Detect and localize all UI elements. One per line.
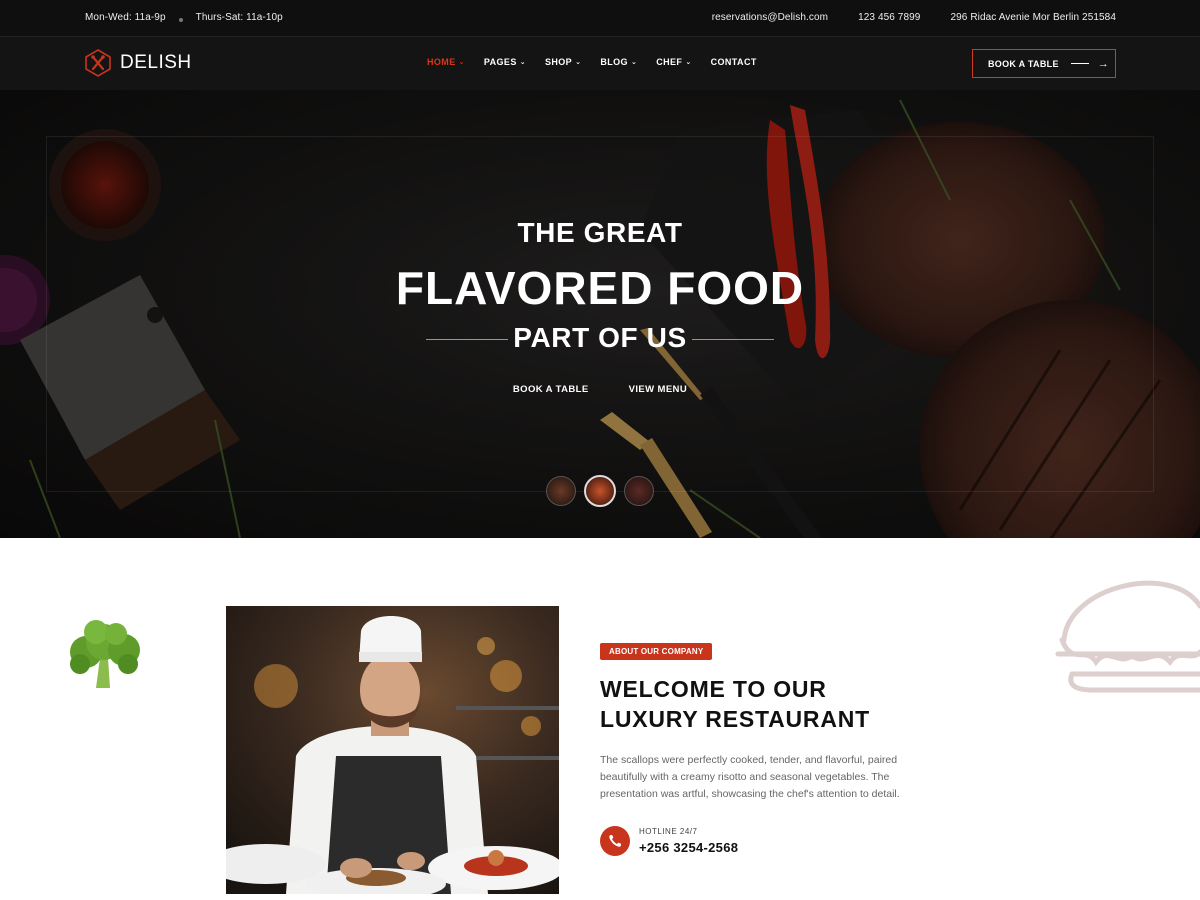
hero-slider: THE GREAT FLAVORED FOOD PART OF US BOOK … [0,90,1200,538]
chevron-down-icon: ⌄ [575,59,582,66]
burger-outline-decoration [1055,580,1200,693]
nav-label: HOME [427,57,456,67]
nav-item-pages[interactable]: PAGES ⌄ [484,57,526,67]
nav-item-blog[interactable]: BLOG ⌄ [600,57,637,67]
nav-menu: HOME ⌄ PAGES ⌄ SHOP ⌄ BLOG ⌄ CHEF ⌄ CONT… [427,57,776,67]
hotline-label: HOTLINE 24/7 [639,827,698,836]
hotline-block[interactable]: HOTLINE 24/7 +256 3254-2568 [600,826,738,856]
hours-weekday: Mon-Wed: 11a-9p [85,12,166,23]
about-badge: ABOUT OUR COMPANY [600,643,713,660]
hero-title: FLAVORED FOOD [395,262,805,314]
main-navigation: DELISH HOME ⌄ PAGES ⌄ SHOP ⌄ BLOG ⌄ CHEF… [0,36,1200,90]
about-title: WELCOME TO OUR LUXURY RESTAURANT [600,674,870,734]
nav-label: CONTACT [710,57,757,67]
chevron-down-icon: ⌄ [519,59,526,66]
hours-weekend: Thurs-Sat: 11a-10p [195,12,283,23]
chevron-down-icon: ⌄ [458,59,465,66]
hotline-text: HOTLINE 24/7 +256 3254-2568 [639,827,738,855]
hotline-number[interactable]: +256 3254-2568 [639,840,738,855]
arrow-right-icon: → [1097,57,1110,70]
nav-label: BLOG [600,57,628,67]
nav-item-chef[interactable]: CHEF ⌄ [656,57,691,67]
hero-subtitle-bottom: PART OF US [513,322,687,353]
nav-item-home[interactable]: HOME ⌄ [427,57,465,67]
book-table-label: BOOK A TABLE [988,58,1059,69]
slide-thumb-2[interactable] [584,475,616,507]
nav-item-shop[interactable]: SHOP ⌄ [545,57,581,67]
chef-photo [226,606,559,894]
about-title-line-1: WELCOME TO OUR [600,676,827,702]
chevron-down-icon: ⌄ [630,59,638,66]
hero-actions: BOOK A TABLE VIEW MENU [0,384,1200,395]
logo-icon [85,49,111,77]
nav-label: SHOP [544,57,573,67]
hero-book-table-link[interactable]: BOOK A TABLE [513,384,589,395]
top-info-bar: Mon-Wed: 11a-9p Thurs-Sat: 11a-10p reser… [0,0,1200,36]
nav-item-contact[interactable]: CONTACT [711,57,757,67]
address-text: 296 Ridac Avenie Mor Berlin 251584 [950,12,1116,23]
about-title-line-2: LUXURY RESTAURANT [600,706,871,732]
slide-thumb-1[interactable] [546,476,576,506]
book-table-button[interactable]: BOOK A TABLE → [972,49,1116,78]
phone-link[interactable]: 123 456 7899 [858,12,920,23]
separator-dot [178,17,183,22]
chef-image [226,606,559,894]
brand-name: DELISH [120,52,192,73]
nav-label: CHEF [656,57,683,67]
slide-thumb-3[interactable] [624,476,654,506]
brand-logo[interactable]: DELISH [84,49,192,77]
about-description: The scallops were perfectly cooked, tend… [600,754,900,800]
decorative-line [1070,63,1089,64]
email-link[interactable]: reservations@Delish.com [712,12,828,23]
broccoli-decoration [70,620,140,688]
chevron-down-icon: ⌄ [685,59,692,66]
hero-view-menu-link[interactable]: VIEW MENU [629,384,688,395]
nav-label: PAGES [483,57,517,67]
slider-thumbnails [546,475,654,508]
phone-icon [600,826,630,856]
hero-subtitle-top: THE GREAT [517,217,683,248]
